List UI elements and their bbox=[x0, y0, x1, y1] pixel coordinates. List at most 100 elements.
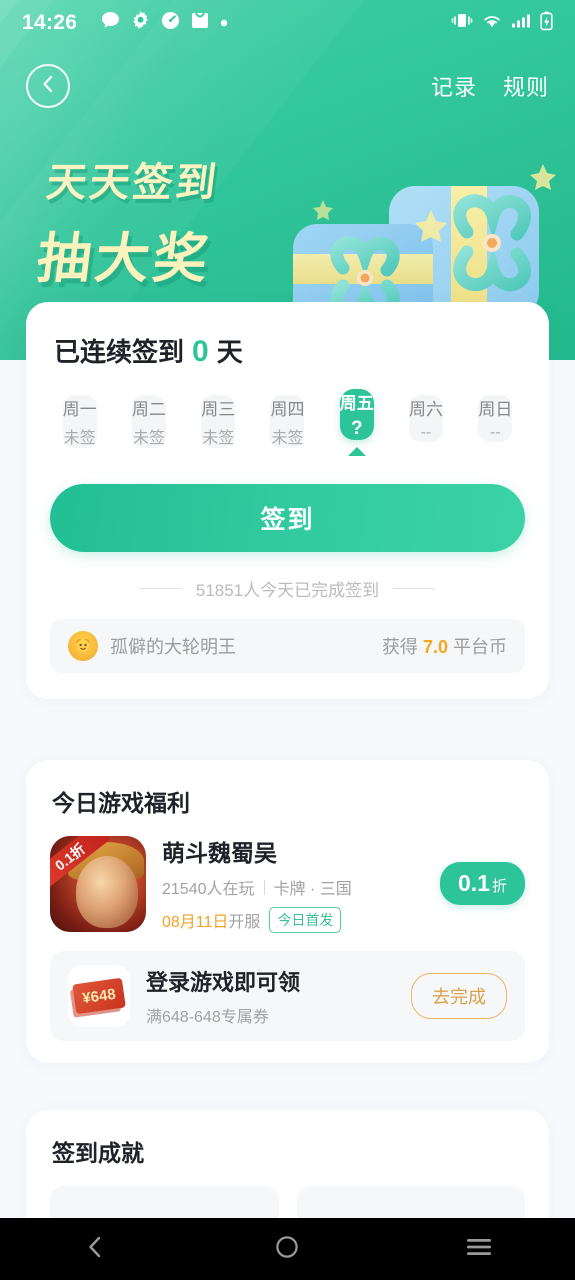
reward-marquee: 孤僻的大轮明王 获得 7.0 平台币 bbox=[50, 619, 525, 673]
home-nav-icon bbox=[274, 1234, 300, 1265]
day-chip-sunday[interactable]: 周日 -- bbox=[478, 395, 513, 442]
day-chip-status: 未签 bbox=[63, 430, 96, 447]
welfare-title: 今日游戏福利 bbox=[52, 790, 190, 816]
avatar bbox=[68, 631, 98, 661]
nav-recents-button[interactable] bbox=[434, 1218, 524, 1280]
game-open-date: 08月11日 bbox=[162, 914, 229, 931]
page-content: 已连续签到 0 天 周一 未签 周二 未签 周三 未签 周四 未签 周五 ? 周… bbox=[0, 0, 575, 1280]
system-nav-bar bbox=[0, 1218, 575, 1280]
day-chip-label: 周日 bbox=[478, 400, 513, 419]
game-row[interactable]: 0.1折 萌斗魏蜀吴 21540人在玩 卡牌 · 三国 08月11日开服 今日首… bbox=[50, 834, 525, 933]
marquee-reward-prefix: 获得 bbox=[381, 637, 418, 657]
coupon-info: 登录游戏即可领 满648-648专属券 bbox=[146, 965, 395, 1027]
day-chip-wednesday[interactable]: 周三 未签 bbox=[201, 395, 236, 448]
gear-icon bbox=[131, 11, 150, 35]
weekday-cell: 周三 未签 bbox=[189, 395, 248, 464]
achievements-title: 签到成就 bbox=[52, 1140, 144, 1166]
day-chip-label: 周四 bbox=[270, 400, 305, 419]
game-name: 萌斗魏蜀吴 bbox=[162, 840, 277, 866]
coupon-title: 登录游戏即可领 bbox=[146, 970, 301, 995]
welfare-card: 今日游戏福利 0.1折 萌斗魏蜀吴 21540人在玩 卡牌 · 三国 08月11… bbox=[26, 760, 549, 1063]
streak-suffix: 天 bbox=[216, 337, 243, 367]
weekday-cell: 周日 -- bbox=[466, 395, 525, 458]
status-bar: 14:26 bbox=[0, 0, 575, 46]
coupon-row[interactable]: ¥648 登录游戏即可领 满648-648专属券 去完成 bbox=[50, 951, 525, 1041]
marquee-username: 孤僻的大轮明王 bbox=[110, 637, 236, 657]
rules-button[interactable]: 规则 bbox=[503, 70, 549, 102]
day-chip-label: 周三 bbox=[201, 400, 236, 419]
status-bar-right bbox=[451, 11, 553, 36]
weekday-cell: 周一 未签 bbox=[50, 395, 109, 464]
game-players: 21540人在玩 bbox=[162, 881, 255, 898]
back-nav-icon bbox=[83, 1234, 109, 1265]
coupon-icon: ¥648 bbox=[68, 965, 130, 1027]
discount-value: 0.1 bbox=[458, 870, 490, 896]
marquee-reward-value: 7.0 bbox=[422, 637, 448, 657]
battery-charging-icon bbox=[540, 11, 553, 36]
meta-divider bbox=[263, 879, 265, 895]
status-bar-clock: 14:26 bbox=[22, 11, 78, 34]
discount-unit: 折 bbox=[491, 878, 507, 895]
game-meta: 21540人在玩 卡牌 · 三国 bbox=[162, 875, 424, 899]
nav-home-button[interactable] bbox=[242, 1218, 332, 1280]
day-chip-status: -- bbox=[420, 424, 432, 441]
record-button[interactable]: 记录 bbox=[431, 70, 477, 102]
day-chip-status: -- bbox=[490, 424, 501, 441]
status-bar-left: 14:26 bbox=[22, 11, 228, 35]
game-open-line: 08月11日开服 bbox=[162, 908, 260, 932]
streak-prefix: 已连续签到 bbox=[54, 337, 185, 367]
game-open-word: 开服 bbox=[228, 914, 261, 931]
back-icon bbox=[38, 74, 58, 99]
signin-button[interactable]: 签到 bbox=[50, 484, 525, 552]
game-badge: 今日首发 bbox=[269, 907, 342, 933]
coupon-action-button[interactable]: 去完成 bbox=[411, 973, 507, 1019]
speedometer-icon bbox=[161, 11, 180, 35]
weekday-row: 周一 未签 周二 未签 周三 未签 周四 未签 周五 ? 周六 -- 周日 -- bbox=[50, 389, 525, 464]
day-chip-status: 未签 bbox=[271, 430, 304, 447]
vibrate-icon bbox=[451, 11, 473, 35]
day-chip-friday[interactable]: 周五 ? bbox=[339, 389, 374, 440]
game-icon-face bbox=[76, 855, 138, 928]
marquee-reward: 获得 7.0 平台币 bbox=[382, 633, 507, 659]
game-category: 卡牌 · 三国 bbox=[273, 881, 352, 898]
dot-icon bbox=[220, 14, 228, 32]
weekday-cell: 周四 未签 bbox=[258, 395, 317, 464]
marquee-reward-suffix: 平台币 bbox=[453, 637, 507, 657]
wifi-icon bbox=[482, 11, 502, 35]
app-bar-actions: 记录 规则 bbox=[431, 70, 549, 102]
shopping-bag-icon bbox=[191, 11, 209, 35]
coupon-desc: 满648-648专属券 bbox=[146, 1009, 269, 1026]
game-icon: 0.1折 bbox=[50, 835, 146, 932]
day-chip-tuesday[interactable]: 周二 未签 bbox=[131, 395, 166, 448]
day-chip-label: 周五 bbox=[339, 394, 374, 413]
day-chip-status: ? bbox=[350, 418, 363, 439]
coupon-ticket-amount: ¥648 bbox=[72, 977, 126, 1015]
game-subinfo: 08月11日开服 今日首发 bbox=[162, 907, 424, 933]
app-bar: 记录 规则 bbox=[0, 58, 575, 114]
day-chip-caret bbox=[347, 447, 366, 456]
day-chip-label: 周六 bbox=[409, 400, 444, 419]
divider-left bbox=[139, 588, 182, 589]
signin-counter-text: 51851人今天已完成签到 bbox=[195, 581, 380, 600]
signin-counter: 51851人今天已完成签到 bbox=[50, 576, 525, 601]
day-chip-status: 未签 bbox=[202, 430, 235, 447]
signal-icon bbox=[511, 11, 531, 35]
weekday-cell: 周二 未签 bbox=[119, 395, 178, 464]
chat-bubble-icon bbox=[101, 11, 120, 35]
game-discount-button[interactable]: 0.1 折 bbox=[440, 862, 525, 905]
weekday-cell: 周五 ? bbox=[327, 389, 386, 456]
weekday-cell: 周六 -- bbox=[396, 395, 455, 458]
game-info: 萌斗魏蜀吴 21540人在玩 卡牌 · 三国 08月11日开服 今日首发 bbox=[162, 834, 424, 933]
day-chip-saturday[interactable]: 周六 -- bbox=[409, 395, 444, 442]
day-chip-status: 未签 bbox=[132, 430, 165, 447]
streak-count: 0 bbox=[192, 335, 209, 368]
streak-row: 已连续签到 0 天 bbox=[50, 332, 525, 369]
divider-right bbox=[393, 588, 436, 589]
signin-card: 已连续签到 0 天 周一 未签 周二 未签 周三 未签 周四 未签 周五 ? 周… bbox=[26, 302, 549, 699]
day-chip-label: 周二 bbox=[131, 400, 166, 419]
recents-nav-icon bbox=[465, 1236, 493, 1263]
day-chip-monday[interactable]: 周一 未签 bbox=[62, 395, 97, 448]
day-chip-thursday[interactable]: 周四 未签 bbox=[270, 395, 305, 448]
back-button[interactable] bbox=[26, 64, 70, 108]
nav-back-button[interactable] bbox=[51, 1218, 141, 1280]
